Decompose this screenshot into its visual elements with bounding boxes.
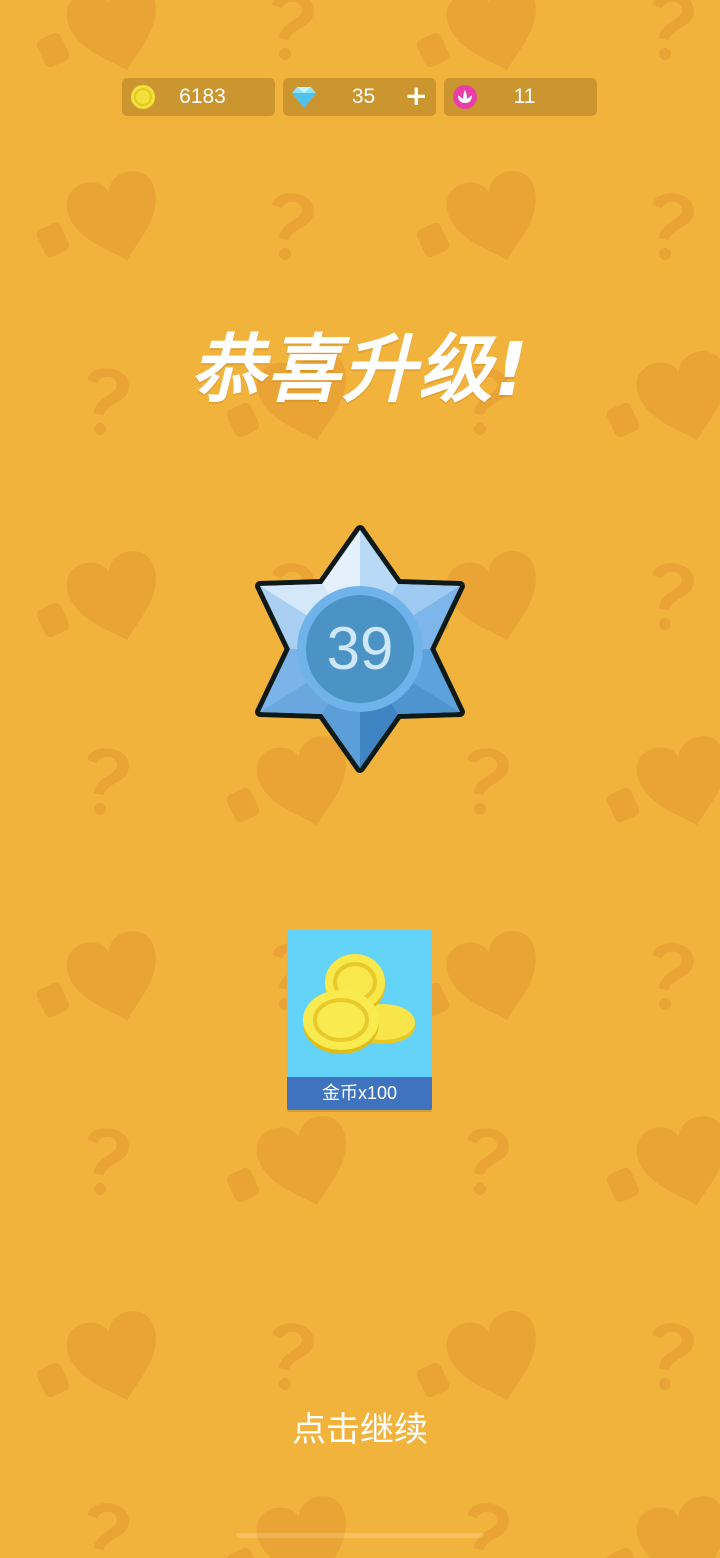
lotus-count: 11 <box>513 85 536 108</box>
level-number: 39 <box>326 615 394 682</box>
add-gems-button[interactable]: + <box>405 78 428 114</box>
tap-to-continue[interactable]: 点击继续 <box>0 1402 720 1451</box>
level-up-title: 恭喜升级! <box>190 327 530 413</box>
home-indicator[interactable] <box>236 1533 484 1538</box>
reward-card: 金币x100 <box>287 930 432 1110</box>
lotus-balance: 11 <box>444 78 597 116</box>
coin-balance: 6183 <box>122 78 275 116</box>
coin-count: 6183 <box>179 85 226 108</box>
gold-coins-icon <box>303 954 415 1054</box>
background-pattern <box>34 0 720 1558</box>
coin-icon <box>131 85 155 109</box>
reward-label: 金币x100 <box>321 1083 398 1103</box>
lotus-icon <box>453 85 477 109</box>
gem-balance: 35 + <box>283 78 436 116</box>
reward-label-bar: 金币x100 <box>287 1077 432 1110</box>
level-badge: 39 <box>248 524 472 774</box>
gem-count: 35 <box>351 85 376 108</box>
diamond-icon <box>292 87 316 108</box>
